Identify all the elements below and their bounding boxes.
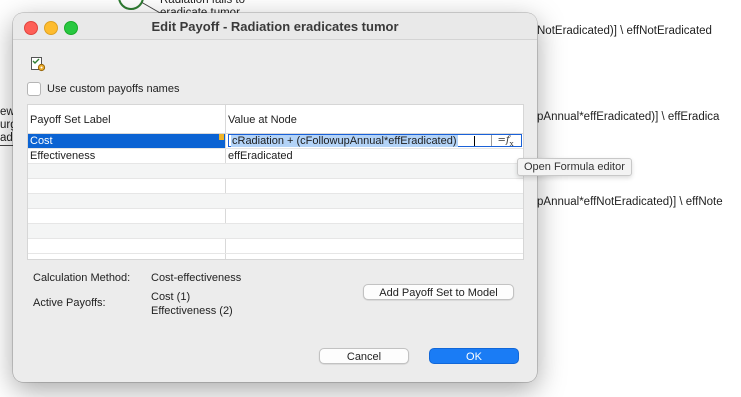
payoff-label-cell[interactable]: Cost: [30, 135, 53, 147]
custom-names-row[interactable]: Use custom payoffs names: [27, 82, 179, 96]
tree-payoff-text: pAnnual*effEradicated)] \ effEradica: [537, 111, 720, 123]
active-payoff-item: Cost (1): [151, 291, 191, 303]
formula-editor-tooltip: Open Formula editor: [517, 158, 632, 176]
table-row-empty: [28, 194, 523, 209]
active-payoff-item: Effectiveness (2): [151, 305, 233, 317]
column-header-value[interactable]: Value at Node: [228, 114, 297, 126]
table-row[interactable]: Effectiveness effEradicated: [28, 149, 523, 164]
chance-node-icon[interactable]: [118, 0, 144, 10]
cancel-button[interactable]: Cancel: [319, 348, 409, 364]
tree-payoff-text: NotEradicated)] \ effNotEradicated: [537, 25, 712, 37]
note-marker-icon: [219, 134, 224, 140]
payoff-value-cell[interactable]: effEradicated: [228, 150, 293, 162]
ok-button[interactable]: OK: [429, 348, 519, 364]
table-row-empty: [28, 209, 523, 224]
calculation-method-label: Calculation Method:: [33, 272, 131, 284]
payoff-table: Payoff Set Label Value at Node Cost cRad…: [27, 104, 524, 260]
tree-payoff-text: pAnnual*effNotEradicated)] \ effNote: [537, 196, 723, 208]
payoff-settings-icon[interactable]: [30, 56, 46, 72]
edit-payoff-dialog: Edit Payoff - Radiation eradicates tumor…: [13, 13, 537, 382]
add-payoff-set-button[interactable]: Add Payoff Set to Model: [363, 284, 514, 300]
text-caret: [474, 136, 475, 146]
formula-text: cRadiation + (cFollowupAnnual*effEradica…: [231, 135, 458, 147]
column-header-label[interactable]: Payoff Set Label: [30, 114, 111, 126]
dialog-titlebar: Edit Payoff - Radiation eradicates tumor: [13, 13, 537, 40]
payoff-formula-input[interactable]: cRadiation + (cFollowupAnnual*effEradica…: [228, 134, 522, 148]
row-selection-highlight: [28, 134, 225, 148]
custom-names-checkbox[interactable]: [27, 82, 41, 96]
table-row-empty: [28, 164, 523, 179]
table-row[interactable]: Cost cRadiation + (cFollowupAnnual*effEr…: [28, 134, 523, 149]
dialog-title: Edit Payoff - Radiation eradicates tumor: [151, 19, 399, 34]
custom-names-label: Use custom payoffs names: [47, 83, 180, 95]
table-row-empty: [28, 239, 523, 254]
active-payoffs-label: Active Payoffs:: [33, 297, 106, 309]
calculation-method-value: Cost-effectiveness: [151, 272, 242, 284]
formula-editor-button[interactable]: =fx: [491, 135, 519, 148]
tree-underline: [0, 145, 14, 146]
table-row-empty: [28, 224, 523, 239]
table-header: Payoff Set Label Value at Node: [28, 105, 523, 134]
payoff-label-cell[interactable]: Effectiveness: [30, 150, 95, 162]
table-row-empty: [28, 179, 523, 194]
